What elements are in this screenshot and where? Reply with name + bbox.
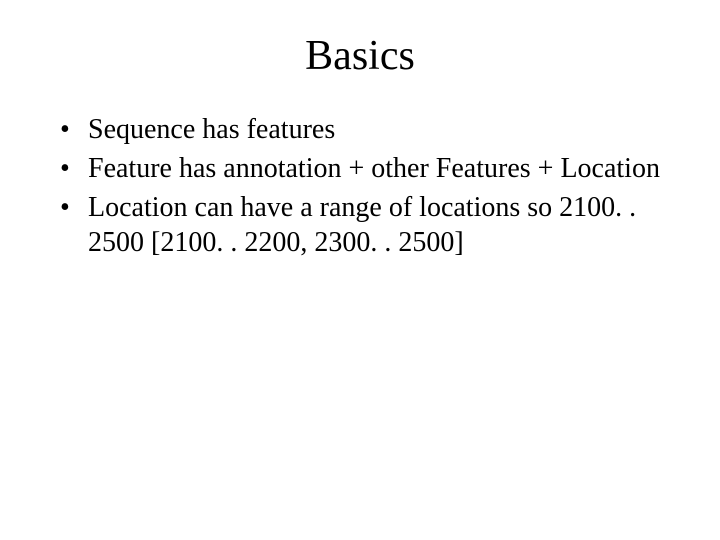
bullet-list: Sequence has features Feature has annota… [50, 112, 670, 260]
slide-title: Basics [50, 32, 670, 80]
list-item: Sequence has features [60, 112, 670, 147]
list-item: Feature has annotation + other Features … [60, 151, 670, 186]
list-item: Location can have a range of locations s… [60, 190, 670, 260]
